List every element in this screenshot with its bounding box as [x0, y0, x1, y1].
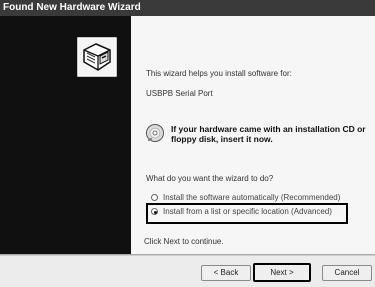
next-button[interactable]: Next > — [253, 263, 311, 282]
device-name: USBPB Serial Port — [146, 89, 213, 98]
cd-icon — [146, 124, 164, 142]
wizard-question: What do you want the wizard to do? — [146, 174, 274, 183]
hardware-wizard-icon — [77, 37, 117, 77]
window-title: Found New Hardware Wizard — [0, 0, 375, 16]
wizard-sidebar — [0, 16, 131, 254]
back-button[interactable]: < Back — [201, 265, 251, 281]
cd-instruction: If your hardware came with an installati… — [171, 124, 366, 144]
footer-note: Click Next to continue. — [144, 237, 224, 246]
cancel-button[interactable]: Cancel — [322, 265, 372, 281]
option-install-automatically[interactable]: Install the software automatically (Reco… — [151, 192, 340, 203]
wizard-window: Found New Hardware Wizard This wizard he… — [0, 0, 375, 287]
selected-option-highlight — [146, 203, 348, 224]
intro-text: This wizard helps you install software f… — [146, 69, 292, 78]
radio-button[interactable] — [151, 194, 158, 201]
footer-divider — [0, 254, 375, 256]
option-label: Install the software automatically (Reco… — [163, 193, 341, 202]
